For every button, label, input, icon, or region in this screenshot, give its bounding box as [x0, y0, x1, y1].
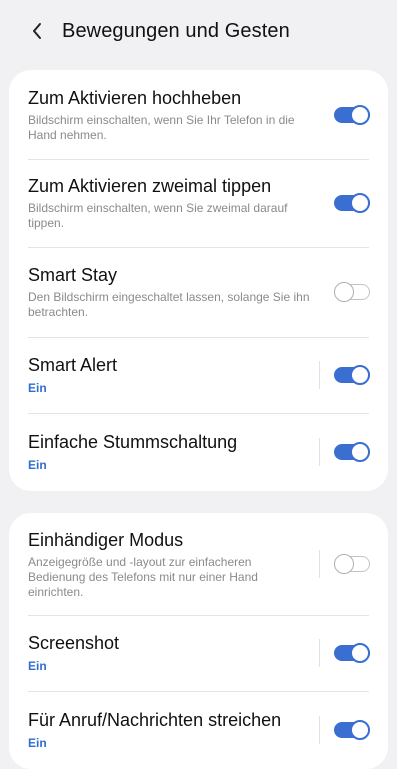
chevron-left-icon[interactable]	[26, 20, 48, 42]
setting-description: Bildschirm einschalten, wenn Sie Ihr Tel…	[28, 112, 295, 142]
screenshot-toggle[interactable]	[334, 643, 370, 663]
one-handed-mode-toggle[interactable]	[334, 554, 370, 574]
lift-to-wake-toggle[interactable]	[334, 104, 370, 125]
setting-title: Einhändiger Modus	[28, 529, 184, 550]
setting-status: Ein	[28, 659, 47, 673]
easy-mute-toggle[interactable]	[334, 442, 370, 462]
setting-smart-alert[interactable]: Smart Alert Ein	[9, 337, 388, 413]
divider	[319, 639, 320, 667]
setting-title: Zum Aktivieren zweimal tippen	[28, 176, 272, 196]
setting-title: Screenshot	[28, 633, 120, 653]
setting-one-handed-mode[interactable]: Einhändiger Modus Anzeigegröße und -layo…	[9, 513, 388, 615]
setting-description: Den Bildschirm eingeschaltet lassen, sol…	[28, 290, 310, 319]
setting-status: Ein	[28, 458, 47, 472]
setting-title: Für Anruf/Nachrichten streichen	[28, 710, 282, 730]
app-bar: Bewegungen und Gesten	[0, 0, 397, 62]
smart-alert-toggle[interactable]	[334, 365, 370, 385]
setting-status: Ein	[28, 736, 47, 750]
setting-swipe-to-call[interactable]: Für Anruf/Nachrichten streichen Ein	[9, 691, 388, 769]
divider	[319, 361, 320, 389]
setting-title: Smart Alert	[28, 355, 118, 375]
setting-title: Zum Aktivieren hochheben	[28, 87, 242, 108]
divider	[319, 438, 320, 466]
setting-lift-to-wake[interactable]: Zum Aktivieren hochheben Bildschirm eins…	[9, 70, 388, 159]
setting-status: Ein	[28, 381, 47, 395]
smart-stay-toggle[interactable]	[334, 282, 370, 302]
setting-screenshot[interactable]: Screenshot Ein	[9, 615, 388, 691]
setting-title: Smart Stay	[28, 265, 118, 285]
setting-double-tap-to-wake[interactable]: Zum Aktivieren zweimal tippen Bildschirm…	[9, 159, 388, 247]
divider	[319, 716, 320, 744]
setting-easy-mute[interactable]: Einfache Stummschaltung Ein	[9, 413, 388, 491]
double-tap-to-wake-toggle[interactable]	[334, 193, 370, 213]
swipe-to-call-toggle[interactable]	[334, 720, 370, 740]
settings-group-more: Einhändiger Modus Anzeigegröße und -layo…	[9, 513, 388, 769]
setting-smart-stay[interactable]: Smart Stay Den Bildschirm eingeschaltet …	[9, 247, 388, 337]
setting-description: Bildschirm einschalten, wenn Sie zweimal…	[28, 201, 288, 230]
settings-group-motions: Zum Aktivieren hochheben Bildschirm eins…	[9, 70, 388, 491]
setting-title: Einfache Stummschaltung	[28, 432, 238, 452]
divider	[319, 550, 320, 578]
setting-description: Anzeigegröße und -layout zur einfacheren…	[28, 554, 258, 599]
page-title: Bewegungen und Gesten	[62, 19, 290, 42]
